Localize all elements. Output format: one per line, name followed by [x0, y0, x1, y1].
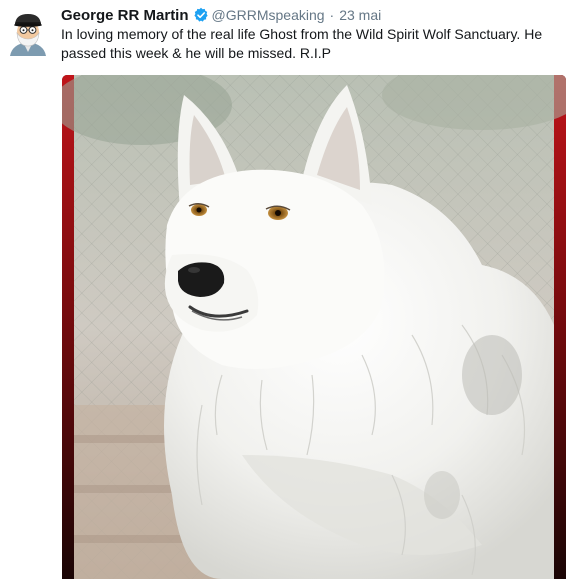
- author-handle[interactable]: @GRRMspeaking: [212, 7, 325, 23]
- tweet-photo[interactable]: [62, 75, 566, 579]
- tweet-timestamp[interactable]: 23 mai: [339, 7, 381, 23]
- author-display-name[interactable]: George RR Martin: [61, 7, 189, 24]
- tweet-header: George RR Martin @GRRMspeaking · 23 mai: [61, 5, 381, 25]
- tweet-text-line: In loving memory of the real life Ghost …: [61, 26, 543, 42]
- tweet-text-line: passed this week & he will be missed. R.…: [61, 45, 332, 61]
- meta-separator: ·: [329, 7, 335, 23]
- author-avatar[interactable]: [4, 8, 52, 56]
- cartoon-portrait-avatar-icon: [4, 8, 52, 56]
- white-wolf-photo-icon: [62, 75, 566, 579]
- verified-badge-icon: [193, 7, 209, 23]
- tweet-text: In loving memory of the real life Ghost …: [61, 25, 571, 63]
- tweet-card: George RR Martin @GRRMspeaking · 23 mai …: [0, 0, 584, 579]
